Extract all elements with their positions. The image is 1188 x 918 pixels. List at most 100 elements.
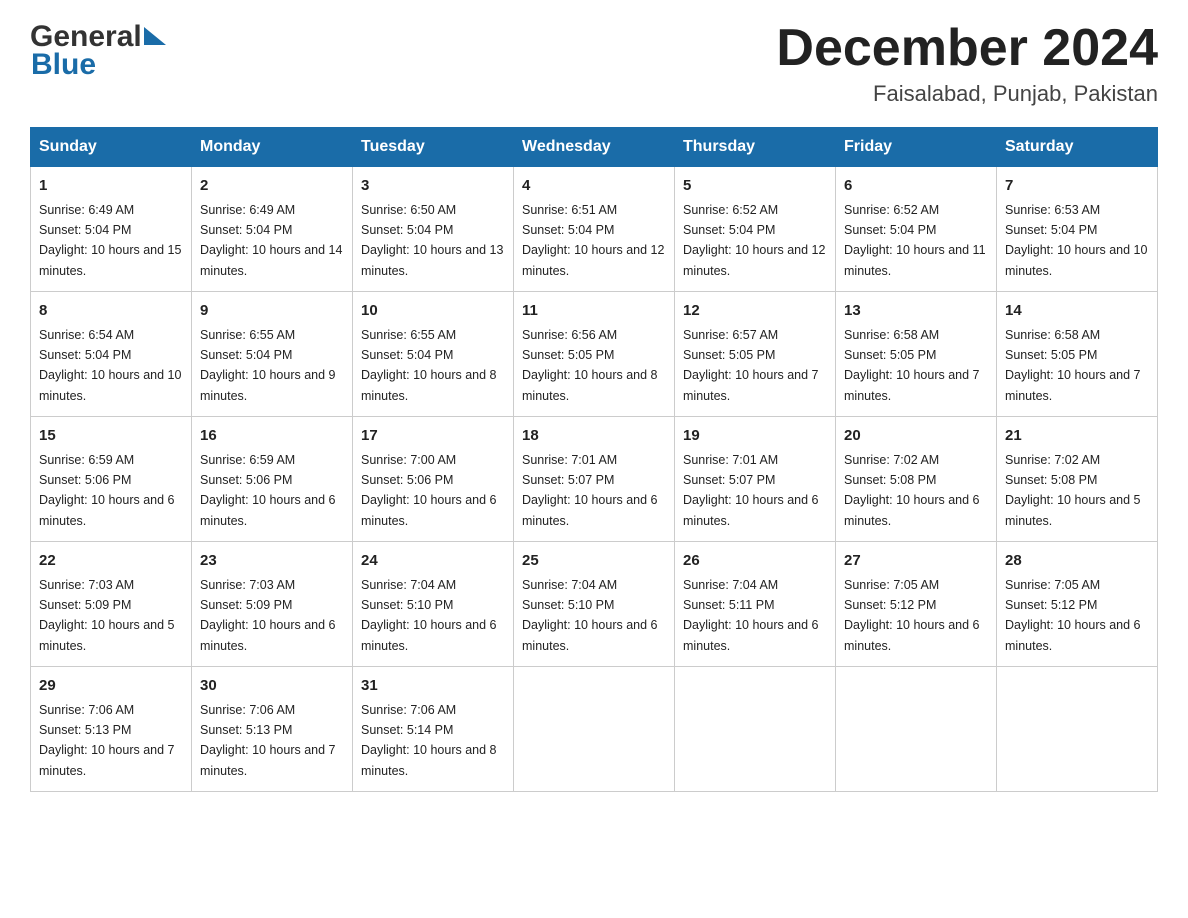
calendar-cell: 25 Sunrise: 7:04 AMSunset: 5:10 PMDayligh… xyxy=(514,542,675,667)
calendar-week-row: 15 Sunrise: 6:59 AMSunset: 5:06 PMDayligh… xyxy=(31,417,1158,542)
calendar-cell: 28 Sunrise: 7:05 AMSunset: 5:12 PMDayligh… xyxy=(997,542,1158,667)
calendar-week-row: 29 Sunrise: 7:06 AMSunset: 5:13 PMDayligh… xyxy=(31,667,1158,792)
day-info: Sunrise: 7:04 AMSunset: 5:11 PMDaylight:… xyxy=(683,578,819,653)
calendar-table: SundayMondayTuesdayWednesdayThursdayFrid… xyxy=(30,127,1158,792)
day-info: Sunrise: 7:02 AMSunset: 5:08 PMDaylight:… xyxy=(1005,453,1141,528)
calendar-cell xyxy=(675,667,836,792)
calendar-cell: 13Sunrise: 6:58 AMSunset: 5:05 PMDayligh… xyxy=(836,292,997,417)
calendar-cell: 17Sunrise: 7:00 AMSunset: 5:06 PMDayligh… xyxy=(353,417,514,542)
calendar-cell: 11Sunrise: 6:56 AMSunset: 5:05 PMDayligh… xyxy=(514,292,675,417)
day-number: 2 xyxy=(200,175,344,198)
day-info: Sunrise: 7:01 AMSunset: 5:07 PMDaylight:… xyxy=(522,453,658,528)
day-number: 1 xyxy=(39,175,183,198)
day-info: Sunrise: 6:53 AMSunset: 5:04 PMDaylight:… xyxy=(1005,203,1147,278)
day-info: Sunrise: 7:06 AMSunset: 5:14 PMDaylight:… xyxy=(361,703,497,778)
day-number: 22 xyxy=(39,550,183,573)
calendar-week-row: 22 Sunrise: 7:03 AMSunset: 5:09 PMDayligh… xyxy=(31,542,1158,667)
day-info: Sunrise: 6:49 AMSunset: 5:04 PMDaylight:… xyxy=(200,203,342,278)
calendar-cell: 21Sunrise: 7:02 AMSunset: 5:08 PMDayligh… xyxy=(997,417,1158,542)
calendar-cell: 23 Sunrise: 7:03 AMSunset: 5:09 PMDayligh… xyxy=(192,542,353,667)
day-number: 18 xyxy=(522,425,666,448)
calendar-week-row: 1 Sunrise: 6:49 AMSunset: 5:04 PMDaylight… xyxy=(31,167,1158,292)
day-number: 9 xyxy=(200,300,344,323)
day-info: Sunrise: 7:00 AMSunset: 5:06 PMDaylight:… xyxy=(361,453,497,528)
calendar-cell: 29 Sunrise: 7:06 AMSunset: 5:13 PMDayligh… xyxy=(31,667,192,792)
calendar-cell: 14 Sunrise: 6:58 AMSunset: 5:05 PMDayligh… xyxy=(997,292,1158,417)
day-number: 5 xyxy=(683,175,827,198)
day-info: Sunrise: 7:04 AMSunset: 5:10 PMDaylight:… xyxy=(522,578,658,653)
day-number: 25 xyxy=(522,550,666,573)
calendar-cell xyxy=(836,667,997,792)
day-number: 16 xyxy=(200,425,344,448)
logo-blue-text: Blue xyxy=(31,48,96,82)
day-info: Sunrise: 6:49 AMSunset: 5:04 PMDaylight:… xyxy=(39,203,181,278)
calendar-cell: 12 Sunrise: 6:57 AMSunset: 5:05 PMDayligh… xyxy=(675,292,836,417)
day-number: 3 xyxy=(361,175,505,198)
day-info: Sunrise: 6:59 AMSunset: 5:06 PMDaylight:… xyxy=(39,453,175,528)
calendar-cell: 18 Sunrise: 7:01 AMSunset: 5:07 PMDayligh… xyxy=(514,417,675,542)
day-number: 20 xyxy=(844,425,988,448)
day-info: Sunrise: 6:58 AMSunset: 5:05 PMDaylight:… xyxy=(844,328,980,403)
day-info: Sunrise: 6:55 AMSunset: 5:04 PMDaylight:… xyxy=(200,328,336,403)
location-title: Faisalabad, Punjab, Pakistan xyxy=(776,81,1158,107)
day-info: Sunrise: 7:02 AMSunset: 5:08 PMDaylight:… xyxy=(844,453,980,528)
logo-triangle-icon xyxy=(144,27,166,45)
day-number: 28 xyxy=(1005,550,1149,573)
day-number: 19 xyxy=(683,425,827,448)
day-info: Sunrise: 6:52 AMSunset: 5:04 PMDaylight:… xyxy=(844,203,986,278)
day-number: 4 xyxy=(522,175,666,198)
day-number: 7 xyxy=(1005,175,1149,198)
calendar-header-sunday: Sunday xyxy=(31,128,192,167)
day-number: 15 xyxy=(39,425,183,448)
calendar-cell: 9 Sunrise: 6:55 AMSunset: 5:04 PMDaylight… xyxy=(192,292,353,417)
day-number: 10 xyxy=(361,300,505,323)
day-number: 14 xyxy=(1005,300,1149,323)
day-info: Sunrise: 7:05 AMSunset: 5:12 PMDaylight:… xyxy=(1005,578,1141,653)
day-info: Sunrise: 6:57 AMSunset: 5:05 PMDaylight:… xyxy=(683,328,819,403)
day-number: 31 xyxy=(361,675,505,698)
day-info: Sunrise: 7:05 AMSunset: 5:12 PMDaylight:… xyxy=(844,578,980,653)
calendar-cell: 15 Sunrise: 6:59 AMSunset: 5:06 PMDayligh… xyxy=(31,417,192,542)
page-header: General Blue December 2024 Faisalabad, P… xyxy=(30,20,1158,107)
logo: General Blue xyxy=(30,20,166,82)
day-info: Sunrise: 6:50 AMSunset: 5:04 PMDaylight:… xyxy=(361,203,503,278)
day-number: 27 xyxy=(844,550,988,573)
calendar-header-thursday: Thursday xyxy=(675,128,836,167)
calendar-cell: 20 Sunrise: 7:02 AMSunset: 5:08 PMDayligh… xyxy=(836,417,997,542)
day-info: Sunrise: 6:54 AMSunset: 5:04 PMDaylight:… xyxy=(39,328,181,403)
calendar-cell: 3 Sunrise: 6:50 AMSunset: 5:04 PMDaylight… xyxy=(353,167,514,292)
calendar-cell: 7 Sunrise: 6:53 AMSunset: 5:04 PMDaylight… xyxy=(997,167,1158,292)
day-info: Sunrise: 6:56 AMSunset: 5:05 PMDaylight:… xyxy=(522,328,658,403)
calendar-cell: 5 Sunrise: 6:52 AMSunset: 5:04 PMDaylight… xyxy=(675,167,836,292)
day-info: Sunrise: 6:51 AMSunset: 5:04 PMDaylight:… xyxy=(522,203,664,278)
calendar-header-monday: Monday xyxy=(192,128,353,167)
day-number: 12 xyxy=(683,300,827,323)
day-number: 23 xyxy=(200,550,344,573)
day-info: Sunrise: 7:03 AMSunset: 5:09 PMDaylight:… xyxy=(200,578,336,653)
day-info: Sunrise: 6:58 AMSunset: 5:05 PMDaylight:… xyxy=(1005,328,1141,403)
calendar-cell: 31 Sunrise: 7:06 AMSunset: 5:14 PMDayligh… xyxy=(353,667,514,792)
day-info: Sunrise: 6:59 AMSunset: 5:06 PMDaylight:… xyxy=(200,453,336,528)
day-info: Sunrise: 7:06 AMSunset: 5:13 PMDaylight:… xyxy=(200,703,336,778)
calendar-header-saturday: Saturday xyxy=(997,128,1158,167)
day-number: 6 xyxy=(844,175,988,198)
month-title: December 2024 xyxy=(776,20,1158,77)
calendar-cell: 16 Sunrise: 6:59 AMSunset: 5:06 PMDayligh… xyxy=(192,417,353,542)
calendar-cell xyxy=(997,667,1158,792)
calendar-cell: 6 Sunrise: 6:52 AMSunset: 5:04 PMDaylight… xyxy=(836,167,997,292)
calendar-header-row: SundayMondayTuesdayWednesdayThursdayFrid… xyxy=(31,128,1158,167)
title-block: December 2024 Faisalabad, Punjab, Pakist… xyxy=(776,20,1158,107)
day-info: Sunrise: 6:52 AMSunset: 5:04 PMDaylight:… xyxy=(683,203,825,278)
day-number: 8 xyxy=(39,300,183,323)
day-info: Sunrise: 7:01 AMSunset: 5:07 PMDaylight:… xyxy=(683,453,819,528)
calendar-header-friday: Friday xyxy=(836,128,997,167)
day-number: 26 xyxy=(683,550,827,573)
calendar-cell: 24Sunrise: 7:04 AMSunset: 5:10 PMDayligh… xyxy=(353,542,514,667)
calendar-cell: 10Sunrise: 6:55 AMSunset: 5:04 PMDayligh… xyxy=(353,292,514,417)
day-info: Sunrise: 7:06 AMSunset: 5:13 PMDaylight:… xyxy=(39,703,175,778)
calendar-cell: 26 Sunrise: 7:04 AMSunset: 5:11 PMDayligh… xyxy=(675,542,836,667)
calendar-week-row: 8 Sunrise: 6:54 AMSunset: 5:04 PMDaylight… xyxy=(31,292,1158,417)
day-number: 29 xyxy=(39,675,183,698)
calendar-cell: 27 Sunrise: 7:05 AMSunset: 5:12 PMDayligh… xyxy=(836,542,997,667)
calendar-cell xyxy=(514,667,675,792)
